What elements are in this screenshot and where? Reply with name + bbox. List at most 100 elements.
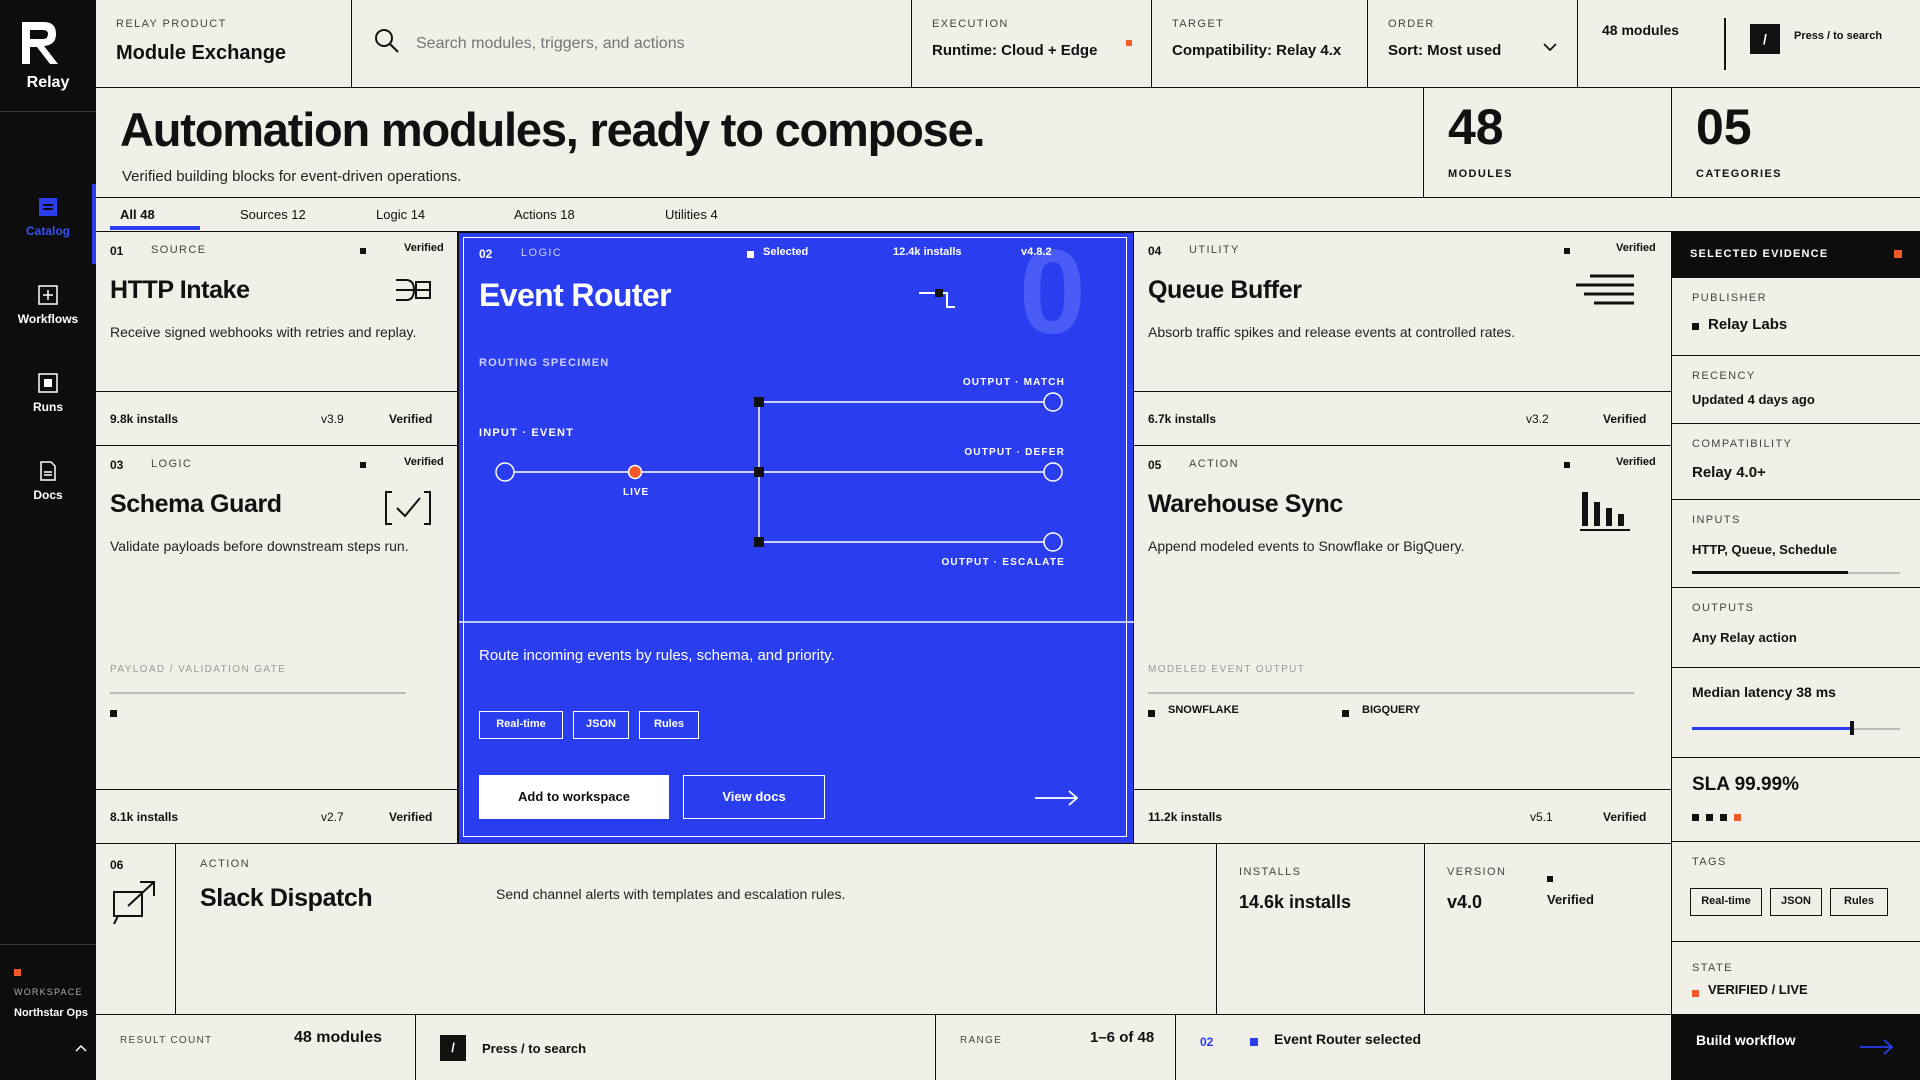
card-footer: 11.2k installs v5.1 Verified [1134,789,1671,843]
input-node [495,462,515,482]
card-category: UTILITY [1189,244,1240,256]
nav-item-catalog[interactable]: Catalog [0,196,96,238]
stat-categories: 05 CATEGORIES [1672,88,1920,198]
input-label: INPUT · EVENT [479,427,575,439]
module-card-warehouse-sync[interactable]: 05 ACTION Verified Warehouse Sync Append… [1134,446,1672,844]
output-node-defer [1043,462,1063,482]
tag-rules[interactable]: Rules [1830,888,1888,916]
tab-sources[interactable]: Sources 12 [240,207,306,222]
order-dropdown[interactable]: ORDER Sort: Most used [1368,0,1578,88]
result-label: RESULT COUNT [120,1035,213,1046]
evidence-title: SELECTED EVIDENCE [1690,248,1829,260]
legend-swatch-bigquery [1342,710,1349,717]
verified-label: Verified [389,412,433,426]
card-description: Receive signed webhooks with retries and… [110,324,417,340]
compat-value: Relay 4.0+ [1692,464,1766,481]
outputs-label: OUTPUTS [1692,602,1755,614]
gate-marker [110,710,117,717]
tab-actions[interactable]: Actions 18 [514,207,575,222]
execution-filter[interactable]: EXECUTION Runtime: Cloud + Edge [912,0,1152,88]
evidence-compatibility: COMPATIBILITY Relay 4.0+ [1672,424,1920,500]
install-count: 8.1k installs [110,810,179,824]
evidence-tags: TAGS Real-time JSON Rules [1672,842,1920,942]
divider [459,621,1135,623]
version: v3.2 [1526,412,1549,426]
tab-utilities[interactable]: Utilities 4 [665,207,718,222]
sla-dot [1720,814,1727,821]
card-number: 03 [110,458,124,472]
divider [1724,18,1726,70]
nav-item-docs[interactable]: Docs [0,460,96,502]
validation-gate-label: PAYLOAD / VALIDATION GATE [110,664,287,675]
tag-rules[interactable]: Rules [639,711,699,739]
workspace-switcher[interactable]: WORKSPACE Northstar Ops [0,944,96,1080]
latency-marker [1850,721,1855,735]
card-number: 06 [110,858,124,872]
tag-json[interactable]: JSON [1770,888,1822,916]
view-docs-button[interactable]: View docs [683,775,825,819]
top-summary: 48 modules / Press / to search [1578,0,1920,88]
range-value: 1–6 of 48 [1090,1029,1155,1046]
footer-shortcut: / Press / to search [416,1014,936,1080]
tag-realtime[interactable]: Real-time [479,711,563,739]
output-node-escalate [1043,532,1063,552]
execution-status-dot [1126,40,1132,46]
search-box[interactable] [352,0,912,88]
footer-range: RANGE 1–6 of 48 [936,1014,1176,1080]
target-filter[interactable]: TARGET Compatibility: Relay 4.x [1152,0,1368,88]
webhook-intake-icon [396,279,431,301]
execution-label: EXECUTION [932,18,1009,30]
stat-label: MODULES [1448,168,1513,180]
document-icon [37,460,59,482]
card-category: SOURCE [151,244,207,256]
brand-block[interactable]: Relay [0,0,96,112]
sla-dot [1706,814,1713,821]
latency-value: Median latency 38 ms [1692,684,1836,700]
output-node-match [1043,392,1063,412]
version: v3.9 [321,412,344,426]
nav-item-runs[interactable]: Runs [0,372,96,414]
search-input[interactable] [416,30,876,58]
stat-modules: 48 MODULES [1424,88,1672,198]
module-card-slack-dispatch[interactable]: 06 ACTION Slack Dispatch Send channel al… [96,844,1672,1014]
product-label: RELAY PRODUCT [116,18,227,30]
state-label: STATE [1692,962,1733,974]
state-value: VERIFIED / LIVE [1708,982,1808,997]
tag-json[interactable]: JSON [573,711,629,739]
arrow-right-icon [1860,1039,1894,1055]
arrow-right-icon[interactable] [1035,789,1081,807]
order-value: Sort: Most used [1388,42,1502,59]
bar-chart-icon [1580,492,1630,531]
add-to-workspace-button[interactable]: Add to workspace [479,775,669,819]
shortcut-hint: Press / to search [1794,30,1883,42]
recency-value: Updated 4 days ago [1692,392,1815,407]
module-card-queue-buffer[interactable]: 04 UTILITY Verified Queue Buffer Absorb … [1134,232,1672,446]
build-workflow-button[interactable]: Build workflow [1672,1014,1920,1080]
card-icon-column: 06 [96,844,176,1014]
relay-logo-icon [22,22,58,64]
nav-item-workflows[interactable]: Workflows [0,284,96,326]
recency-label: RECENCY [1692,370,1756,382]
build-workflow-label: Build workflow [1696,1032,1796,1048]
tab-logic[interactable]: Logic 14 [376,207,425,222]
legend-swatch-snowflake [1148,710,1155,717]
category-tabs: All 48 Sources 12 Logic 14 Actions 18 Ut… [96,198,1920,232]
target-value: Compatibility: Relay 4.x [1172,42,1342,59]
verified-badge: Verified [404,456,444,468]
version: v4.0 [1447,892,1483,912]
execution-value: Runtime: Cloud + Edge [932,42,1098,59]
module-card-schema-guard[interactable]: 03 LOGIC Verified Schema Guard Validate … [96,446,458,844]
module-card-http-intake[interactable]: 01 SOURCE Verified HTTP Intake Receive s… [96,232,458,446]
output-label-match: OUTPUT · MATCH [962,377,1065,388]
evidence-header: SELECTED EVIDENCE [1672,232,1920,278]
inputs-value: HTTP, Queue, Schedule [1692,542,1837,557]
install-count: 14.6k installs [1239,892,1352,912]
order-label: ORDER [1388,18,1435,30]
card-description: Append modeled events to Snowflake or Bi… [1148,538,1465,554]
workspace-status-dot [14,969,21,976]
verified-badge: Verified [1547,892,1594,907]
module-card-event-router-selected[interactable]: 0 02 LOGIC Selected 12.4k installs v4.8.… [458,225,1135,844]
page-subtitle: Verified building blocks for event-drive… [122,168,462,185]
tag-realtime[interactable]: Real-time [1690,888,1762,916]
tab-all[interactable]: All 48 [120,207,155,222]
